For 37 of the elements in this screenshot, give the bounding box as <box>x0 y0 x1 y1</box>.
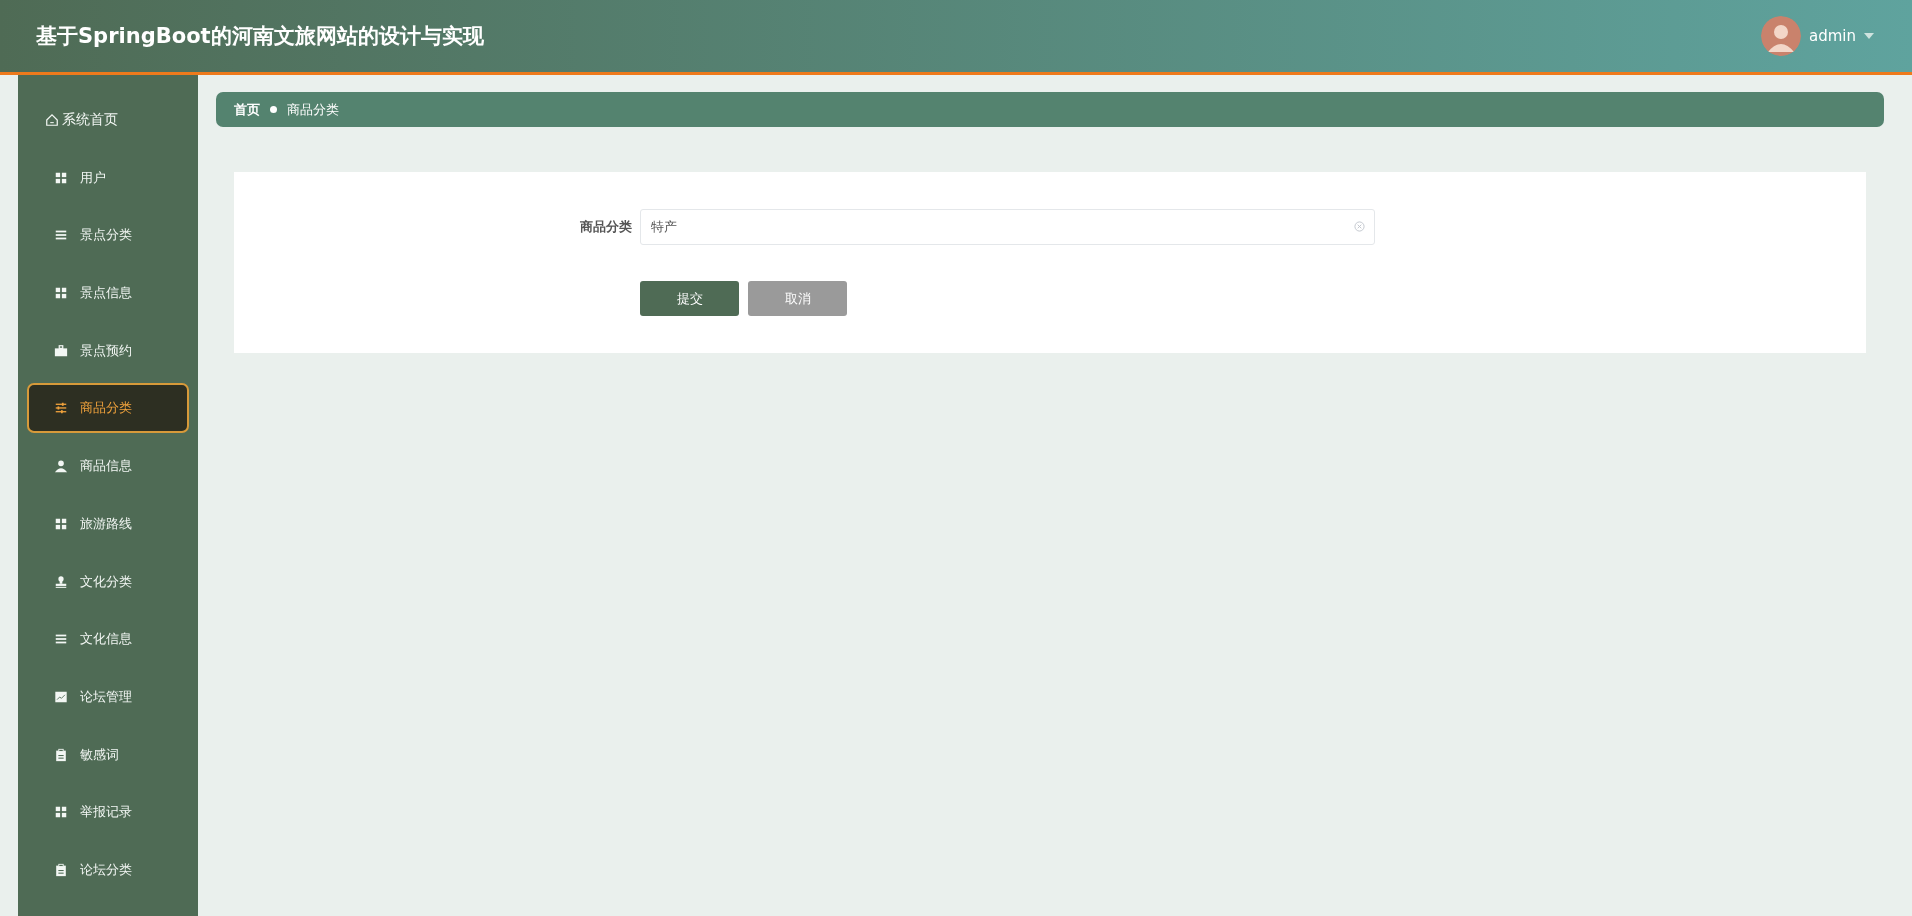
sidebar-item[interactable]: 举报记录 <box>27 787 189 838</box>
sidebar-item[interactable]: 旅游路线 <box>27 498 189 549</box>
input-field[interactable]: 特产 <box>640 209 1375 245</box>
sliders-icon <box>54 401 68 416</box>
sidebar-item[interactable]: 文化分类 <box>27 556 189 607</box>
breadcrumb-link[interactable]: 商品分类 <box>287 100 339 119</box>
grid-icon <box>54 286 68 301</box>
person-icon <box>54 459 68 474</box>
stamp-icon <box>54 574 68 589</box>
briefcase-icon <box>54 343 68 358</box>
sidebar-item[interactable]: 用户 <box>27 152 189 203</box>
sidebar-item[interactable]: 敏感词 <box>27 729 189 780</box>
sidebar-item[interactable]: 景点分类 <box>27 210 189 261</box>
home-icon <box>45 113 59 127</box>
breadcrumb-link[interactable]: 首页 <box>234 100 260 119</box>
caret-icon[interactable] <box>1864 33 1874 39</box>
sidebar-item[interactable]: 商品分类 <box>27 383 189 434</box>
site-title: 基于SpringBoot的河南文旅网站的设计与实现 <box>36 23 484 50</box>
sidebar-item[interactable]: 文化信息 <box>27 614 189 665</box>
separator-dot-icon <box>270 106 277 113</box>
grid-icon <box>54 805 68 820</box>
grid-icon <box>54 516 68 531</box>
chart-icon <box>54 689 68 704</box>
avatar[interactable] <box>1761 16 1801 56</box>
submit-button[interactable]: 提交 <box>640 281 739 316</box>
field-label: 商品分类 <box>579 218 632 236</box>
sidebar-item[interactable]: 系统首页 <box>27 95 189 145</box>
grid-icon <box>54 170 68 185</box>
clipboard-icon <box>54 862 68 877</box>
user-name[interactable]: admin <box>1809 27 1856 45</box>
sidebar-item[interactable]: 景点信息 <box>27 268 189 319</box>
sidebar-item[interactable]: 论坛分类 <box>27 844 189 895</box>
clear-icon[interactable] <box>1354 221 1365 232</box>
clipboard-icon <box>54 747 68 762</box>
sidebar-item[interactable]: 商品信息 <box>27 441 189 492</box>
sidebar-item[interactable]: 论坛管理 <box>27 671 189 722</box>
sidebar-item[interactable]: 景点预约 <box>27 325 189 376</box>
